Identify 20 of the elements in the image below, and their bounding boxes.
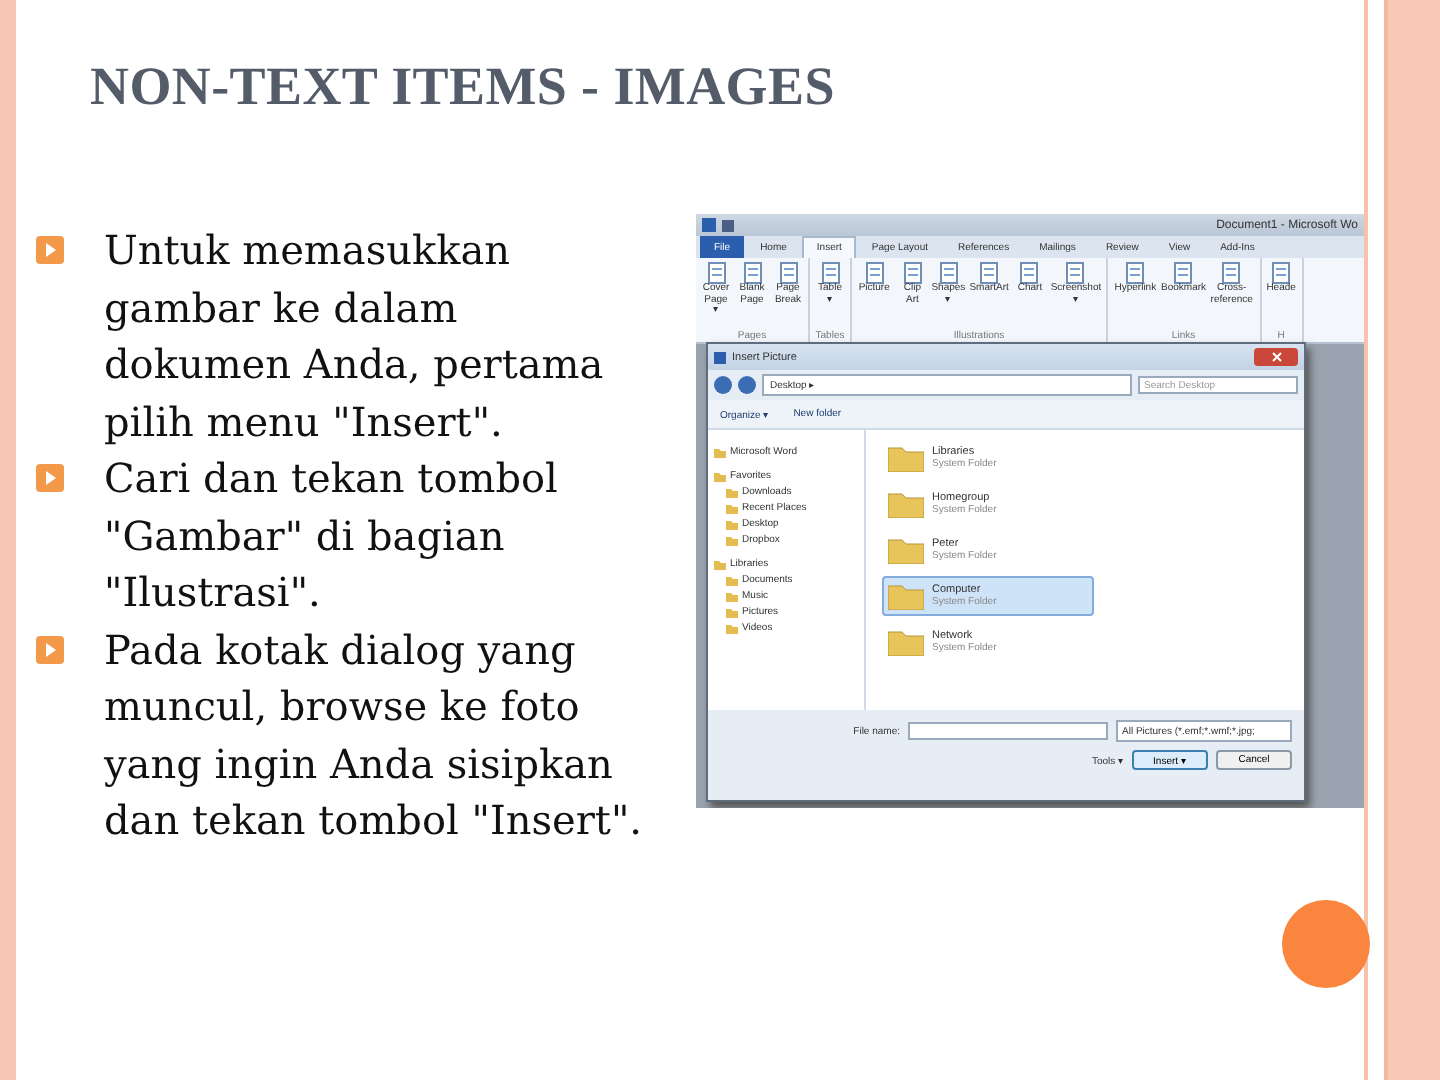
folder-icon	[888, 490, 924, 518]
bullet-icon	[36, 635, 64, 663]
slide-title: NON-TEXT ITEMS - IMAGES	[90, 56, 837, 118]
bullet-icon	[36, 464, 64, 492]
bullet-text: Cari dan tekan tombol "Gambar" di bagian "Ilustrasi".	[104, 452, 560, 620]
folder-icon	[888, 536, 924, 564]
save-icon	[722, 219, 734, 231]
folder-icon	[888, 444, 924, 472]
bullet-text: Pada kotak dialog yang muncul, browse ke foto yang ingin Anda sisipkan dan tekan tombol "Insert".	[104, 623, 644, 848]
word-app-icon	[702, 218, 716, 232]
close-button[interactable]	[1254, 348, 1298, 366]
bullet-icon	[36, 236, 64, 264]
file-name-field[interactable]	[908, 722, 1108, 740]
word-app-icon	[714, 351, 726, 363]
bullet-text: Untuk memasukkan gambar ke dalam dokumen Anda, pertama pilih menu "Insert".	[104, 224, 606, 449]
close-icon	[1271, 352, 1281, 362]
folder-icon	[888, 628, 924, 656]
circle-decoration	[1282, 900, 1370, 988]
folder-icon	[714, 447, 726, 457]
folder-icon	[888, 582, 924, 610]
